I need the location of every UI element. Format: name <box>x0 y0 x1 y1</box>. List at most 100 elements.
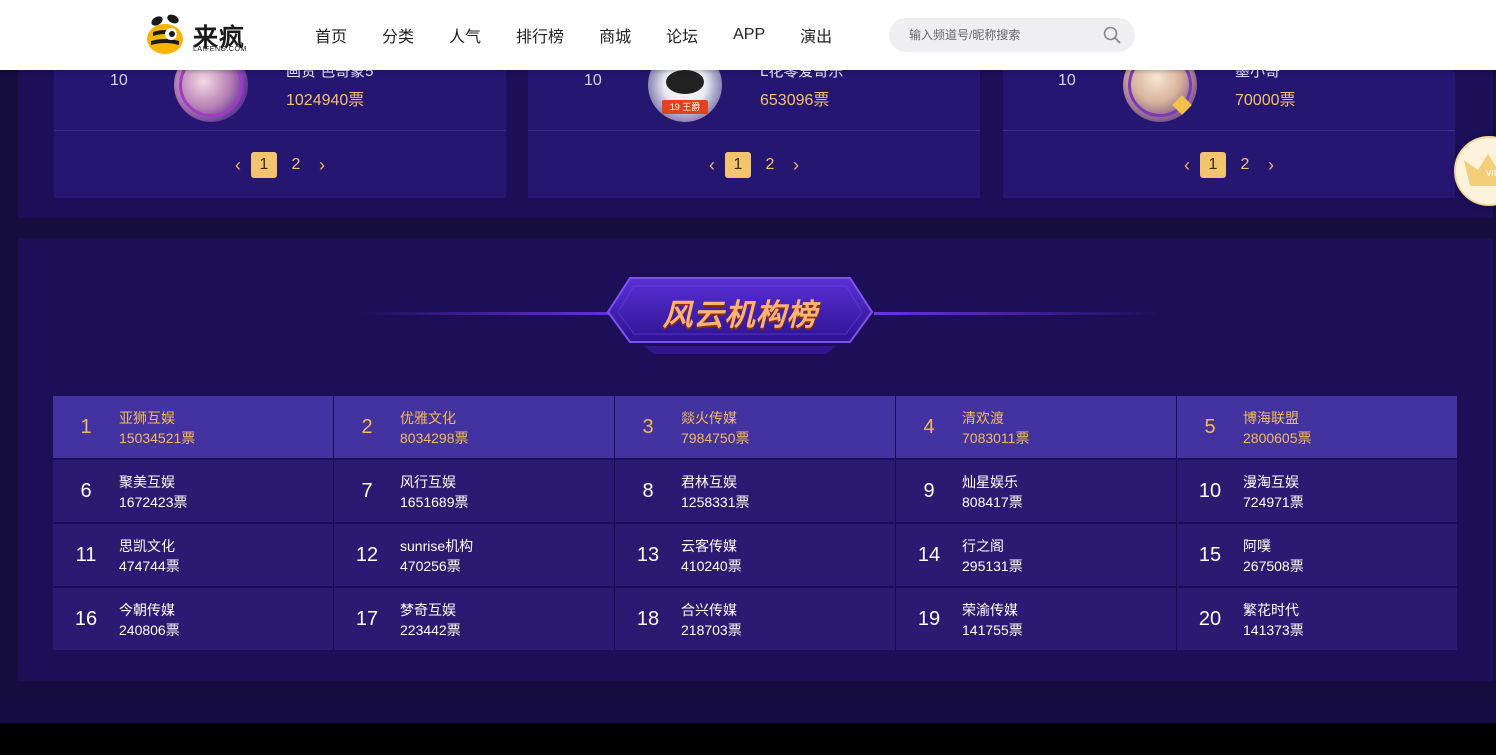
org-item[interactable]: 18 合兴传媒 218703票 <box>615 588 896 650</box>
nav-home[interactable]: 首页 <box>315 23 347 47</box>
bee-logo-icon <box>147 14 183 54</box>
org-name: 漫淘互娱 <box>1243 474 1299 490</box>
org-item[interactable]: 9 灿星娱乐 808417票 <box>896 460 1177 522</box>
vote-count: 653096票 <box>760 92 830 109</box>
title-divider-right <box>874 312 1159 315</box>
pagination: ‹ 1 2 › <box>1177 152 1281 178</box>
org-rank: 5 <box>1204 415 1216 438</box>
org-item[interactable]: 17 梦奇互娱 223442票 <box>334 588 615 650</box>
org-rank: 14 <box>917 543 941 566</box>
org-rank: 12 <box>355 543 379 566</box>
section-title: 风云机构榜 <box>662 298 818 333</box>
org-name: 思凯文化 <box>119 538 175 554</box>
page-2-button[interactable]: 2 <box>283 152 309 178</box>
org-item[interactable]: 20 繁花时代 141373票 <box>1177 588 1457 650</box>
prev-page-icon[interactable]: ‹ <box>1177 152 1197 178</box>
vote-count: 70000票 <box>1235 92 1296 109</box>
nav-show[interactable]: 演出 <box>800 23 832 47</box>
prev-page-icon[interactable]: ‹ <box>228 152 248 178</box>
org-votes: 223442票 <box>400 622 461 638</box>
org-item[interactable]: 12 sunrise机构 470256票 <box>334 524 615 586</box>
org-votes: 1258331票 <box>681 494 750 510</box>
nav-forum[interactable]: 论坛 <box>666 23 698 47</box>
org-item[interactable]: 15 阿噗 267508票 <box>1177 524 1457 586</box>
org-item[interactable]: 8 君林互娱 1258331票 <box>615 460 896 522</box>
org-item[interactable]: 3 燚火传媒 7984750票 <box>615 396 896 458</box>
org-item[interactable]: 7 风行互娱 1651689票 <box>334 460 615 522</box>
avatar-face <box>666 70 704 94</box>
site-logo[interactable]: 来疯 LAIFENG.COM <box>143 12 253 58</box>
org-rank: 1 <box>80 415 92 438</box>
org-name: 云客传媒 <box>681 538 737 554</box>
org-rank: 7 <box>361 479 373 502</box>
org-row: 6 聚美互娱 1672423票 7 风行互娱 1651689票 8 君林互娱 1… <box>53 460 1457 524</box>
org-item[interactable]: 5 博海联盟 2800605票 <box>1177 396 1457 458</box>
org-votes: 1672423票 <box>119 494 188 510</box>
org-votes: 15034521票 <box>119 430 196 446</box>
top-header: 来疯 LAIFENG.COM 首页 分类 人气 排行榜 商城 论坛 APP 演出 <box>0 0 1496 70</box>
page-1-button[interactable]: 1 <box>1200 152 1226 178</box>
footer-band <box>0 702 1496 723</box>
rank-number: 10 <box>584 72 602 89</box>
org-name: 繁花时代 <box>1243 602 1299 618</box>
org-rank: 11 <box>75 543 97 566</box>
org-rank: 13 <box>636 543 660 566</box>
pagination: ‹ 1 2 › <box>702 152 806 178</box>
search-input[interactable] <box>907 18 1097 52</box>
search-icon[interactable] <box>1103 26 1121 44</box>
org-votes: 1651689票 <box>400 494 469 510</box>
org-votes: 141755票 <box>962 622 1023 638</box>
org-ranking-grid: 1 亚狮互娱 15034521票 2 优雅文化 8034298票 3 燚火传媒 … <box>53 396 1457 652</box>
org-rank: 4 <box>923 415 935 438</box>
page-2-button[interactable]: 2 <box>1232 152 1258 178</box>
org-name: 优雅文化 <box>400 410 456 426</box>
org-item[interactable]: 19 荣渝传媒 141755票 <box>896 588 1177 650</box>
nav-mall[interactable]: 商城 <box>599 23 631 47</box>
org-name: 行之阁 <box>962 538 1004 554</box>
next-page-icon[interactable]: › <box>786 152 806 178</box>
org-votes: 218703票 <box>681 622 742 638</box>
org-item[interactable]: 2 优雅文化 8034298票 <box>334 396 615 458</box>
org-row: 11 思凯文化 474744票 12 sunrise机构 470256票 13 … <box>53 524 1457 588</box>
org-votes: 8034298票 <box>400 430 469 446</box>
vip-float-button[interactable]: VIP <box>1454 136 1496 206</box>
svg-text:VIP: VIP <box>1486 169 1496 178</box>
pagination: ‹ 1 2 › <box>228 152 332 178</box>
page-1-button[interactable]: 1 <box>251 152 277 178</box>
nav-ranking[interactable]: 排行榜 <box>516 23 564 47</box>
org-name: 聚美互娱 <box>119 474 175 490</box>
org-votes: 267508票 <box>1243 558 1304 574</box>
nav-category[interactable]: 分类 <box>382 23 414 47</box>
next-page-icon[interactable]: › <box>1261 152 1281 178</box>
org-item[interactable]: 6 聚美互娱 1672423票 <box>53 460 334 522</box>
prev-page-icon[interactable]: ‹ <box>702 152 722 178</box>
org-votes: 2800605票 <box>1243 430 1312 446</box>
org-item[interactable]: 11 思凯文化 474744票 <box>53 524 334 586</box>
org-item[interactable]: 16 今朝传媒 240806票 <box>53 588 334 650</box>
level-badge: 19 王爵 <box>662 100 708 114</box>
org-row: 1 亚狮互娱 15034521票 2 优雅文化 8034298票 3 燚火传媒 … <box>53 396 1457 460</box>
org-rank: 20 <box>1198 607 1222 630</box>
org-item[interactable]: 13 云客传媒 410240票 <box>615 524 896 586</box>
org-votes: 7083011票 <box>962 430 1030 446</box>
org-rank: 10 <box>1198 479 1222 502</box>
nav-popular[interactable]: 人气 <box>449 23 481 47</box>
page-1-button[interactable]: 1 <box>725 152 751 178</box>
org-name: 阿噗 <box>1243 538 1271 554</box>
org-name: 灿星娱乐 <box>962 474 1018 490</box>
org-item[interactable]: 14 行之阁 295131票 <box>896 524 1177 586</box>
org-votes: 808417票 <box>962 494 1023 510</box>
vote-count: 1024940票 <box>286 92 365 109</box>
org-item[interactable]: 4 清欢渡 7083011票 <box>896 396 1177 458</box>
org-rank: 18 <box>636 607 660 630</box>
org-rank: 19 <box>917 607 941 630</box>
org-item[interactable]: 10 漫淘互娱 724971票 <box>1177 460 1457 522</box>
nav-app[interactable]: APP <box>733 26 765 44</box>
org-item[interactable]: 1 亚狮互娱 15034521票 <box>53 396 334 458</box>
section-title-badge: 风云机构榜 <box>604 276 876 356</box>
page-2-button[interactable]: 2 <box>757 152 783 178</box>
org-votes: 7984750票 <box>681 430 750 446</box>
org-name: 清欢渡 <box>962 410 1004 426</box>
next-page-icon[interactable]: › <box>312 152 332 178</box>
rank-number: 10 <box>1058 72 1076 89</box>
